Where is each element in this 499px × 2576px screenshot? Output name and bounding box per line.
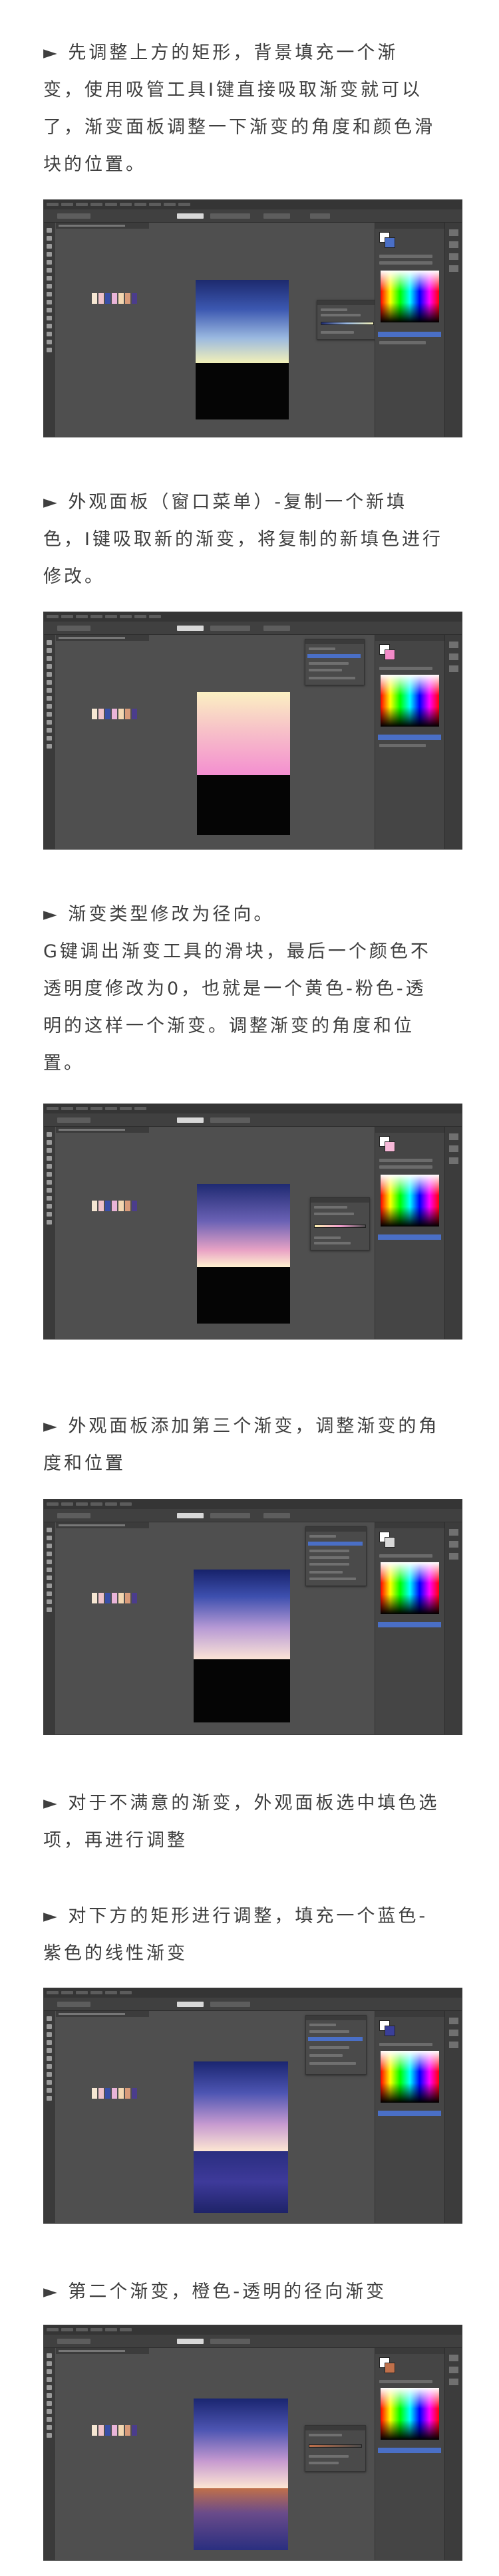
tools-panel (44, 2011, 55, 2223)
color-panel (375, 1522, 444, 1734)
appearance-panel (305, 1526, 367, 1586)
paragraph-4: ► 外观面板添加第三个渐变，调整渐变的角 度和位置 (43, 1408, 462, 1482)
right-dock (444, 635, 462, 849)
text-line: ► 先调整上方的矩形，背景填充一个渐 (43, 43, 399, 63)
text-line: 透明度修改为0，也就是一个黄色-粉色-透 (43, 979, 426, 999)
color-swatches (92, 1201, 138, 1211)
paragraph-2: ► 外观面板（窗口菜单）-复制一个新填 色，I键吸取新的渐变，将复制的新填色进行… (43, 484, 462, 596)
tools-panel (44, 1127, 55, 1339)
color-swatches (92, 2425, 138, 2436)
right-dock (444, 2348, 462, 2560)
menu-bar (44, 2325, 462, 2335)
text-line: G键调出渐变工具的滑块，最后一个颜色不 (43, 941, 431, 962)
color-swatches (92, 293, 138, 304)
illustrator-screenshot-6 (43, 2325, 462, 2561)
illustrator-screenshot-5 (43, 1988, 462, 2224)
paragraph-1: ► 先调整上方的矩形，背景填充一个渐 变，使用吸管工具I键直接吸取渐变就可以 了… (43, 35, 462, 183)
artboard (197, 1184, 290, 1324)
text-line: ► 外观面板添加第三个渐变，调整渐变的角 (43, 1416, 440, 1437)
text-line: ► 对下方的矩形进行调整，填充一个蓝色- (43, 1906, 428, 1927)
artboard (197, 692, 290, 835)
color-panel (375, 2011, 444, 2223)
control-bar (44, 1113, 462, 1127)
paragraph-5: ► 对于不满意的渐变，外观面板选中填色选 项，再进行调整 (43, 1785, 462, 1859)
artboard-bottom-rect (194, 2151, 288, 2213)
menu-bar (44, 1500, 462, 1509)
text-line: 置。 (43, 1053, 84, 1074)
menu-bar (44, 1104, 462, 1113)
menu-bar (44, 612, 462, 622)
text-line: 色，I键吸取新的渐变，将复制的新填色进行 (43, 529, 443, 550)
gradient-panel (310, 1197, 370, 1250)
tools-panel (44, 1522, 55, 1734)
document-tab (56, 1127, 149, 1133)
color-panel (375, 1127, 444, 1339)
illustrator-screenshot-4 (43, 1499, 462, 1735)
text-line: 项，再进行调整 (43, 1830, 188, 1851)
gradient-panel (317, 300, 380, 340)
artboard-top-rect (194, 1570, 290, 1659)
paragraph-7: ► 第二个渐变，橙色-透明的径向渐变 (43, 2274, 462, 2311)
appearance-panel (305, 639, 365, 685)
illustrator-screenshot-2 (43, 612, 462, 850)
right-dock (444, 1127, 462, 1339)
text-line: ► 对于不满意的渐变，外观面板选中填色选 (43, 1793, 440, 1814)
appearance-panel (305, 2015, 367, 2075)
text-line: 度和位置 (43, 1453, 126, 1474)
artboard-top-rect (197, 1184, 290, 1267)
tools-panel (44, 223, 55, 437)
gradient-panel (305, 2425, 366, 2472)
illustrator-screenshot-3 (43, 1104, 462, 1340)
menu-bar (44, 1988, 462, 1998)
color-swatches (92, 2088, 138, 2099)
right-dock (444, 223, 462, 437)
artboard-top-rect (197, 692, 290, 775)
artboard-top-rect (194, 2061, 288, 2151)
document-tab (56, 1522, 149, 1528)
color-panel (375, 2348, 444, 2560)
artboard-top-rect (196, 280, 289, 363)
artboard (194, 1570, 290, 1722)
control-bar (44, 1509, 462, 1522)
artboard (196, 280, 289, 419)
color-swatches (92, 1593, 138, 1603)
color-swatches (92, 709, 138, 719)
artboard-bottom-rect (196, 363, 289, 419)
paragraph-6: ► 对下方的矩形进行调整，填充一个蓝色- 紫色的线性渐变 (43, 1898, 462, 1972)
color-panel (375, 635, 444, 849)
artboard-top-rect (194, 2399, 288, 2488)
artboard (194, 2061, 288, 2213)
control-bar (44, 2335, 462, 2348)
text-line: 修改。 (43, 566, 105, 587)
artboard-bottom-rect (194, 1659, 290, 1722)
artboard-bottom-rect (197, 775, 290, 835)
text-line: 明的这样一个渐变。调整渐变的角度和位 (43, 1016, 415, 1036)
artboard-bottom-rect (197, 1267, 290, 1324)
tools-panel (44, 635, 55, 849)
document-tab (56, 223, 149, 229)
control-bar (44, 622, 462, 635)
paragraph-3: ► 渐变类型修改为径向。 G键调出渐变工具的滑块，最后一个颜色不 透明度修改为0… (43, 896, 462, 1082)
menu-bar (44, 200, 462, 209)
illustrator-screenshot-1 (43, 199, 462, 437)
control-bar (44, 209, 462, 223)
text-line: ► 外观面板（窗口菜单）-复制一个新填 (43, 492, 408, 513)
right-dock (444, 2011, 462, 2223)
color-panel (375, 223, 444, 437)
text-line: ► 渐变类型修改为径向。 (43, 904, 275, 925)
document-tab (56, 2011, 149, 2017)
text-line: 紫色的线性渐变 (43, 1943, 188, 1964)
document-tab (56, 2348, 149, 2354)
right-dock (444, 1522, 462, 1734)
artboard-bottom-rect (194, 2488, 288, 2550)
artboard (194, 2399, 288, 2550)
text-line: 了，渐变面板调整一下渐变的角度和颜色滑 (43, 117, 435, 138)
text-line: 变，使用吸管工具I键直接吸取渐变就可以 (43, 80, 422, 100)
tools-panel (44, 2348, 55, 2560)
text-line: ► 第二个渐变，橙色-透明的径向渐变 (43, 2282, 387, 2302)
document-tab (56, 635, 149, 641)
control-bar (44, 1998, 462, 2011)
text-line: 块的位置。 (43, 154, 146, 175)
